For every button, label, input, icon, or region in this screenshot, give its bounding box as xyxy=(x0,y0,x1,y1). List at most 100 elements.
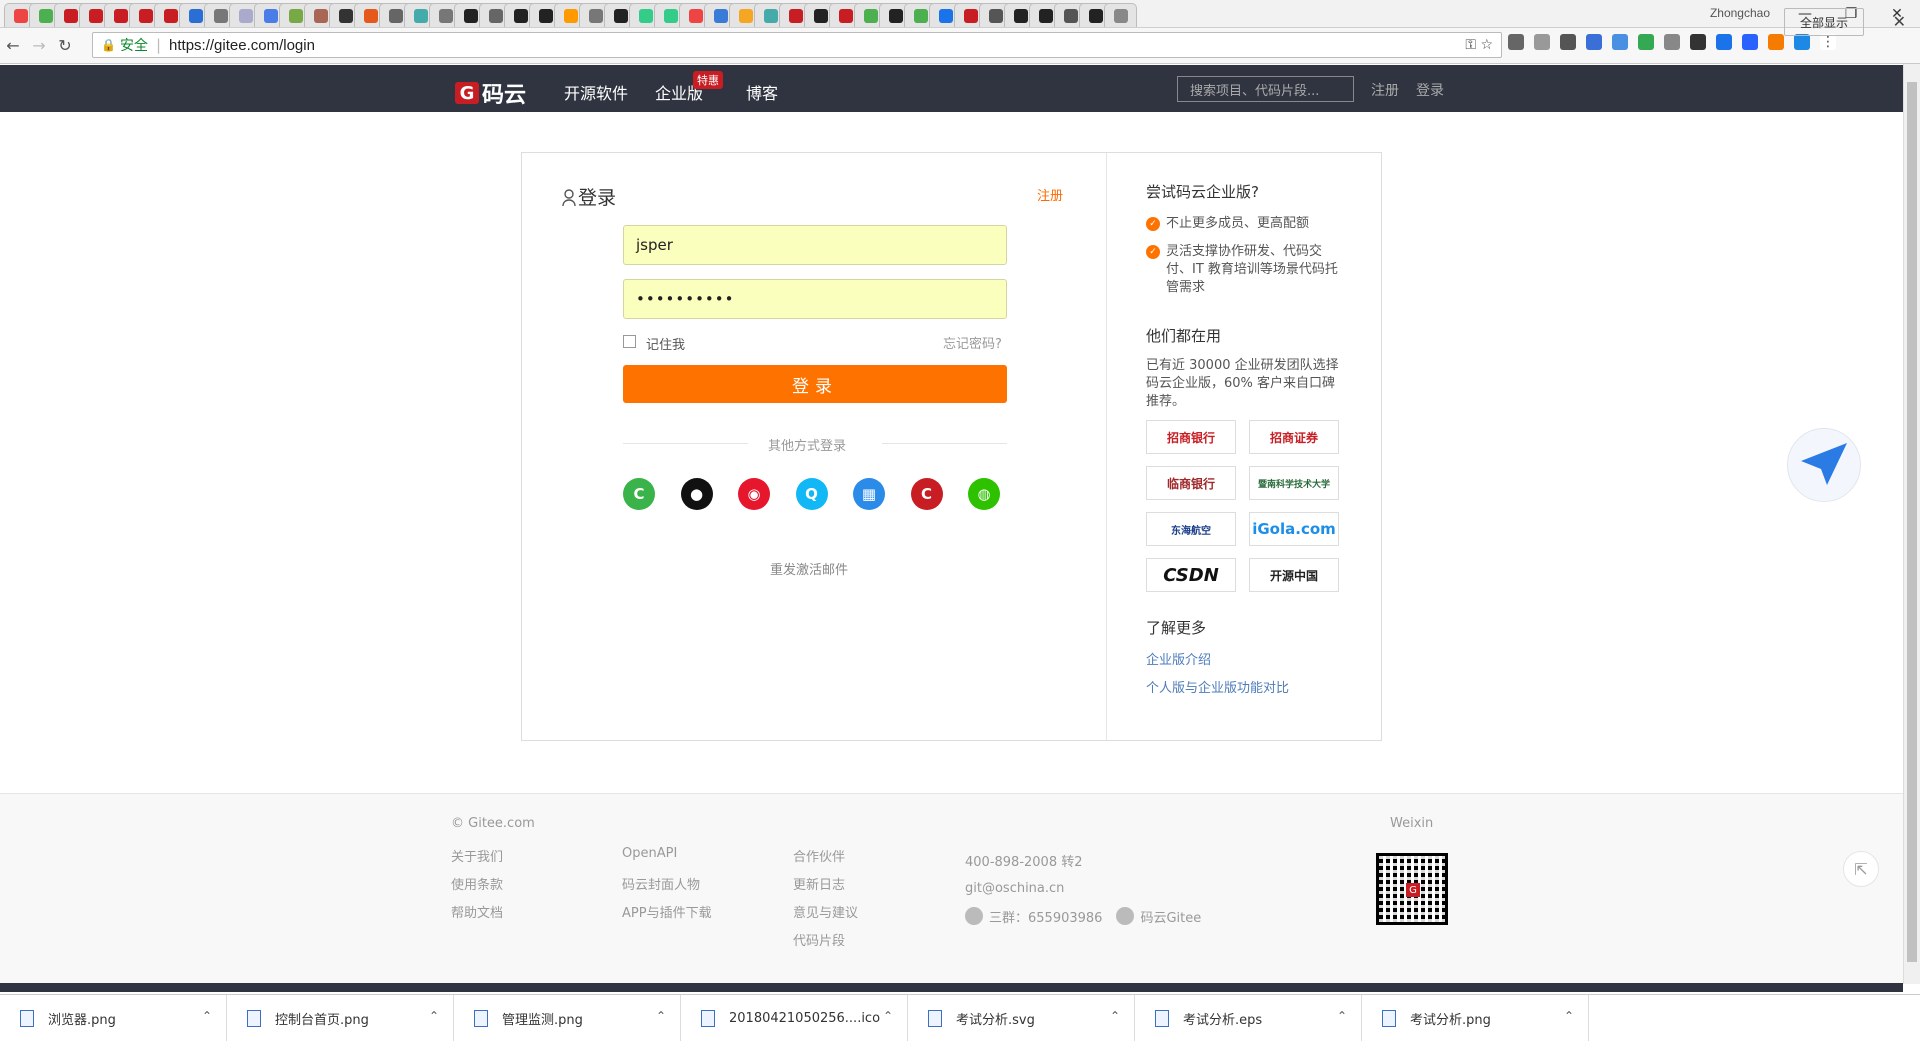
logo-mark: G xyxy=(455,82,479,104)
header-login-link[interactable]: 登录 xyxy=(1416,80,1444,100)
url-text[interactable]: https://gitee.com/login xyxy=(169,37,315,54)
chevron-up-icon[interactable]: ⌃ xyxy=(202,1009,212,1023)
footer-link[interactable]: 合作伙伴 xyxy=(793,846,858,874)
weibo-account[interactable]: 码云Gitee xyxy=(1140,907,1201,926)
footer-link[interactable]: 意见与建议 xyxy=(793,902,858,930)
qq-group[interactable]: 三群：655903986 xyxy=(989,907,1102,926)
forward-icon[interactable]: → xyxy=(26,36,52,55)
tab-favicon-icon xyxy=(813,8,828,23)
back-icon[interactable]: ← xyxy=(0,36,26,55)
tab-favicon-icon xyxy=(363,8,378,23)
user-icon xyxy=(562,188,576,206)
remember-checkbox[interactable] xyxy=(623,335,636,348)
extension-icon[interactable] xyxy=(1612,34,1628,50)
share-icon[interactable]: ⇱ xyxy=(1843,851,1879,887)
extension-icon[interactable] xyxy=(1534,34,1550,50)
resend-activation-link[interactable]: 重发激活邮件 xyxy=(770,559,848,578)
compare-link[interactable]: 个人版与企业版功能对比 xyxy=(1146,677,1289,696)
extension-icon[interactable] xyxy=(1742,34,1758,50)
file-icon xyxy=(20,1009,34,1027)
csdn-login-icon[interactable]: C xyxy=(910,478,943,510)
learn-more-title: 了解更多 xyxy=(1146,619,1207,637)
wechat-login-icon[interactable]: ◍ xyxy=(968,478,1000,510)
qq-icon xyxy=(965,907,983,925)
footer-link[interactable]: 更新日志 xyxy=(793,874,858,902)
reload-icon[interactable]: ↻ xyxy=(52,36,78,55)
login-button[interactable]: 登录 xyxy=(623,365,1007,403)
brand-logo-oschina: 开源中国 xyxy=(1249,558,1339,592)
download-item[interactable]: 20180421050256....ico ⌃ xyxy=(681,995,908,1041)
extension-icon[interactable] xyxy=(1716,34,1732,50)
header-register-link[interactable]: 注册 xyxy=(1371,80,1399,100)
footer-link[interactable]: APP与插件下载 xyxy=(622,902,712,930)
footer-link[interactable]: 代码片段 xyxy=(793,930,858,958)
bookmark-star-icon[interactable]: ⚿ ☆ xyxy=(1465,37,1493,53)
tab-strip xyxy=(0,0,1920,28)
qq-login-icon[interactable]: Q xyxy=(795,478,828,510)
register-link[interactable]: 注册 xyxy=(1037,185,1063,204)
nav-open-source[interactable]: 开源软件 xyxy=(564,80,628,104)
tab-favicon-icon xyxy=(1088,8,1103,23)
download-item[interactable]: 浏览器.png ⌃ xyxy=(0,995,227,1041)
footer-link[interactable]: 关于我们 xyxy=(451,846,503,874)
menu-icon[interactable]: ⋮ xyxy=(1820,34,1836,50)
download-item[interactable]: 考试分析.eps ⌃ xyxy=(1135,995,1362,1041)
weibo-login-icon[interactable]: ◉ xyxy=(738,478,770,510)
site-footer: © Gitee.com 关于我们 使用条款 帮助文档 OpenAPI 码云封面人… xyxy=(0,793,1903,983)
feature-text: 不止更多成员、更高配额 xyxy=(1166,216,1310,231)
remember-label[interactable]: 记住我 xyxy=(646,334,685,353)
tab-favicon-icon xyxy=(63,8,78,23)
password-field[interactable]: •••••••••• xyxy=(623,279,1007,319)
search-input[interactable]: 搜索项目、代码片段... xyxy=(1177,76,1354,102)
close-downloads-icon[interactable]: ✕ xyxy=(1893,12,1906,31)
copyright: © Gitee.com xyxy=(451,816,535,831)
extension-icon[interactable] xyxy=(1664,34,1680,50)
brand-logo-cmb: 招商银行 xyxy=(1146,420,1236,454)
download-item[interactable]: 考试分析.png ⌃ xyxy=(1362,995,1589,1041)
chevron-up-icon[interactable]: ⌃ xyxy=(656,1009,666,1023)
extension-icons: ⋮ xyxy=(1508,34,1836,50)
tab-favicon-icon xyxy=(88,8,103,23)
download-item[interactable]: 管理监测.png ⌃ xyxy=(454,995,681,1041)
browser-tab[interactable] xyxy=(1104,3,1137,27)
page-scrollbar[interactable] xyxy=(1903,64,1920,984)
extension-icon[interactable] xyxy=(1638,34,1654,50)
contact-email[interactable]: git@oschina.cn xyxy=(965,874,1201,902)
tab-favicon-icon xyxy=(1013,8,1028,23)
nav-blog[interactable]: 博客 xyxy=(746,80,778,104)
chevron-up-icon[interactable]: ⌃ xyxy=(1337,1009,1347,1023)
extension-icon[interactable] xyxy=(1508,34,1524,50)
brand-logo-donghai: 东海航空 xyxy=(1146,512,1236,546)
enterprise-intro-link[interactable]: 企业版介绍 xyxy=(1146,649,1211,668)
gitee-login-icon[interactable]: C xyxy=(623,478,655,510)
chevron-up-icon[interactable]: ⌃ xyxy=(1564,1009,1574,1023)
footer-link[interactable]: OpenAPI xyxy=(622,846,712,874)
tab-favicon-icon xyxy=(788,8,803,23)
extension-icon[interactable] xyxy=(1690,34,1706,50)
username-field[interactable]: jsper xyxy=(623,225,1007,265)
tab-favicon-icon xyxy=(213,8,228,23)
github-login-icon[interactable]: ● xyxy=(680,478,713,510)
forgot-password-link[interactable]: 忘记密码? xyxy=(943,333,1002,352)
download-item[interactable]: 考试分析.svg ⌃ xyxy=(908,995,1135,1041)
extension-icon[interactable] xyxy=(1560,34,1576,50)
address-bar[interactable]: 🔒 安全 | https://gitee.com/login ⚿ ☆ xyxy=(92,32,1502,58)
tab-favicon-icon xyxy=(613,8,628,23)
gitee-logo[interactable]: G 码云 xyxy=(455,77,526,109)
extension-icon[interactable] xyxy=(1794,34,1810,50)
scrollbar-thumb[interactable] xyxy=(1907,82,1917,962)
footer-link[interactable]: 码云封面人物 xyxy=(622,874,712,902)
chevron-up-icon[interactable]: ⌃ xyxy=(429,1009,439,1023)
windows-login-icon[interactable]: ▦ xyxy=(853,478,885,510)
download-item[interactable]: 控制台首页.png ⌃ xyxy=(227,995,454,1041)
footer-link[interactable]: 使用条款 xyxy=(451,874,503,902)
bird-assistant-icon[interactable] xyxy=(1787,428,1861,502)
profile-name[interactable]: Zhongchao xyxy=(1710,6,1770,20)
extension-icon[interactable] xyxy=(1768,34,1784,50)
extension-icon[interactable] xyxy=(1586,34,1602,50)
footer-link[interactable]: 帮助文档 xyxy=(451,902,503,930)
tab-favicon-icon xyxy=(913,8,928,23)
chevron-up-icon[interactable]: ⌃ xyxy=(1110,1009,1120,1023)
show-all-downloads-button[interactable]: 全部显示 xyxy=(1784,8,1864,36)
chevron-up-icon[interactable]: ⌃ xyxy=(883,1009,893,1023)
